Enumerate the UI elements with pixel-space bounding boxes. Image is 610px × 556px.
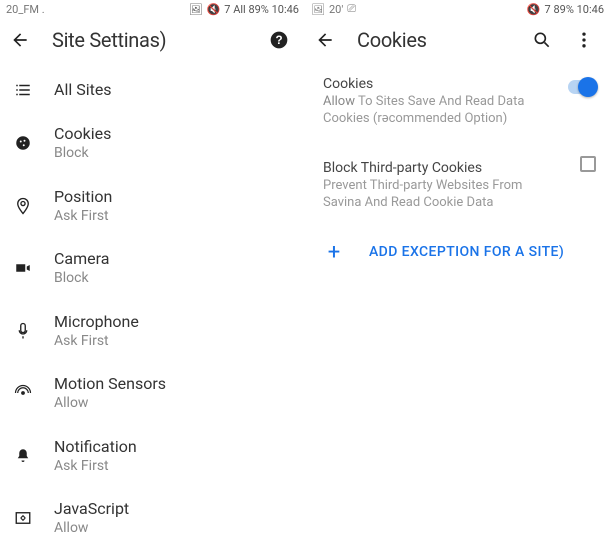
row-position[interactable]: Position Ask First xyxy=(0,175,305,238)
row-label: Notification xyxy=(54,437,137,457)
site-settings-pane: 20_FM . 🖼 🔇 7 All 89% 10:46 Site Settina… xyxy=(0,0,305,541)
status-right-text: 7 89% 10:46 xyxy=(545,3,604,16)
section-sub: Prevent Third-party Websites From Savina… xyxy=(323,178,553,212)
row-sub: Ask First xyxy=(54,208,112,226)
settings-list: All Sites Cookies Block Position Ask Fir… xyxy=(0,62,305,556)
arrow-left-icon xyxy=(315,30,335,50)
row-sub: Ask First xyxy=(54,458,137,476)
search-icon xyxy=(532,30,552,50)
help-icon: ? xyxy=(269,30,289,50)
row-label: Camera xyxy=(54,249,109,269)
search-button[interactable] xyxy=(532,30,558,50)
row-sub: Ask First xyxy=(54,333,139,351)
js-icon xyxy=(14,509,36,527)
section-title: Block Third-party Cookies xyxy=(323,160,596,176)
row-sub: Allow xyxy=(54,520,129,538)
row-motion-sensors[interactable]: Motion Sensors Allow xyxy=(0,362,305,425)
row-label: Position xyxy=(54,187,112,207)
add-exception-row[interactable]: + ADD EXCEPTION FOR A SITE) xyxy=(305,222,610,275)
row-sub: Block xyxy=(54,270,109,288)
section-title: Cookies xyxy=(323,76,596,92)
section-sub: Allow To Sites Save And Read Data Cookie… xyxy=(323,94,543,128)
block-third-party-checkbox[interactable] xyxy=(580,156,596,172)
cast-icon: ⎚ xyxy=(347,2,356,16)
image-icon: 🖼 xyxy=(311,3,325,16)
app-bar-left: Site Settinas) ? xyxy=(0,18,305,62)
page-title: Cookies xyxy=(357,28,516,52)
row-microphone[interactable]: Microphone Ask First xyxy=(0,300,305,363)
row-camera[interactable]: Camera Block xyxy=(0,237,305,300)
app-bar-right: Cookies xyxy=(305,18,610,62)
status-bar-right: 🖼 20' ⎚ 🔇 7 89% 10:46 xyxy=(305,0,610,18)
status-right-text: 7 All 89% 10:46 xyxy=(224,3,299,16)
status-left-text: 20_FM . xyxy=(6,3,45,16)
row-sub: Allow xyxy=(54,395,166,413)
plus-icon: + xyxy=(323,240,345,265)
help-button[interactable]: ? xyxy=(269,30,295,50)
row-label: Microphone xyxy=(54,312,139,332)
mic-icon xyxy=(14,322,36,340)
more-vert-icon xyxy=(574,30,594,50)
back-button[interactable] xyxy=(10,30,36,50)
status-bar-left: 20_FM . 🖼 🔇 7 All 89% 10:46 xyxy=(0,0,305,18)
row-label: Cookies xyxy=(54,124,111,144)
add-exception-label: ADD EXCEPTION FOR A SITE) xyxy=(369,244,564,260)
image-icon: 🖼 xyxy=(189,3,203,16)
row-all-sites[interactable]: All Sites xyxy=(0,68,305,112)
overflow-button[interactable] xyxy=(574,30,600,50)
mute-icon: 🔇 xyxy=(207,3,221,16)
svg-text:?: ? xyxy=(275,34,282,47)
pin-icon xyxy=(14,197,36,215)
arrow-left-icon xyxy=(10,30,30,50)
status-left-text: 20' xyxy=(329,3,343,16)
page-title: Site Settinas) xyxy=(52,28,253,52)
back-button[interactable] xyxy=(315,30,341,50)
row-label: Motion Sensors xyxy=(54,374,166,394)
list-icon xyxy=(14,81,36,99)
mute-icon: 🔇 xyxy=(527,3,541,16)
row-label: All Sites xyxy=(54,80,112,100)
row-javascript[interactable]: JavaScript Allow xyxy=(0,487,305,550)
row-notification[interactable]: Notification Ask First xyxy=(0,425,305,488)
bell-icon xyxy=(14,447,36,465)
block-third-party-section[interactable]: Block Third-party Cookies Prevent Third-… xyxy=(305,138,610,222)
row-label: JavaScript xyxy=(54,499,129,519)
cookies-pane: 🖼 20' ⎚ 🔇 7 89% 10:46 Cookies Cookies xyxy=(305,0,610,541)
row-cookies[interactable]: Cookies Block xyxy=(0,112,305,175)
cookies-toggle[interactable] xyxy=(568,80,596,94)
cookies-allow-section[interactable]: Cookies Allow To Sites Save And Read Dat… xyxy=(305,62,610,138)
row-sub: Block xyxy=(54,145,111,163)
camera-icon xyxy=(14,259,36,277)
cookie-icon xyxy=(14,134,36,152)
sensor-icon xyxy=(14,384,36,402)
